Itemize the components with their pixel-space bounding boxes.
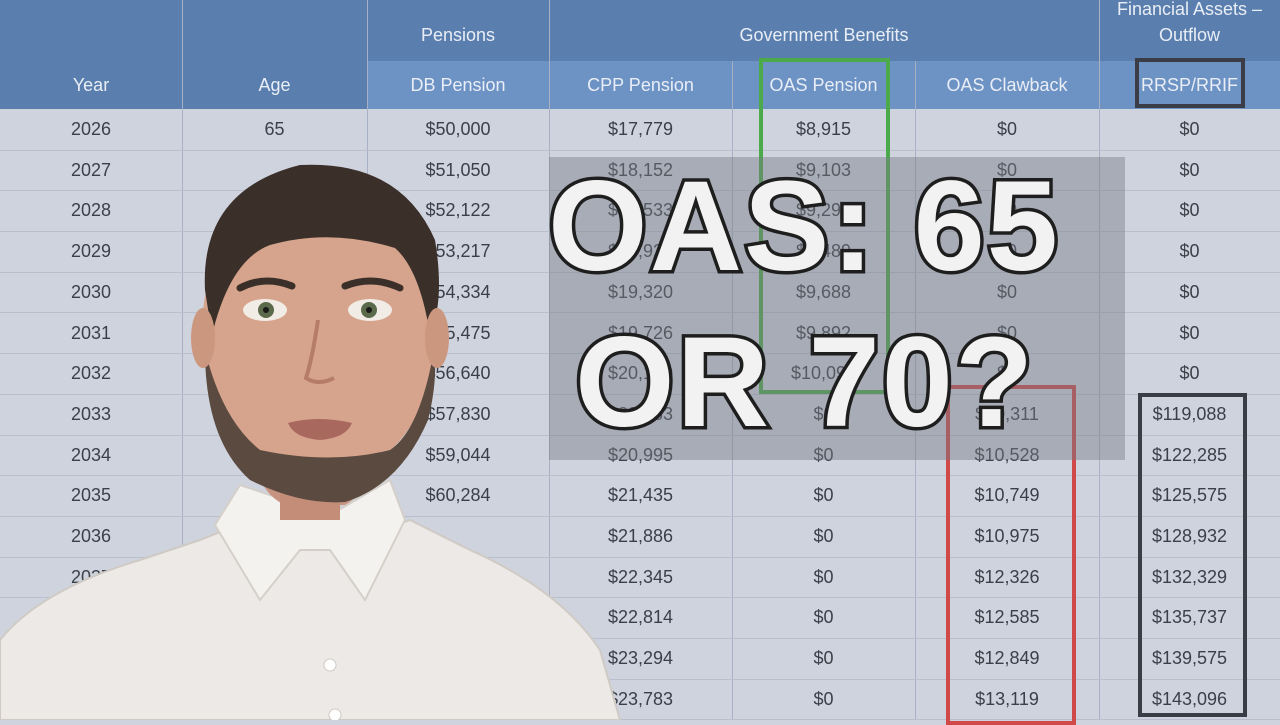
group-header-financial-assets-line1: Financial Assets – <box>1116 0 1263 19</box>
column-header-db-pension[interactable]: DB Pension <box>367 74 549 96</box>
title-line-2: OR 70? <box>571 311 1036 454</box>
table-column-header-row: Year Age DB Pension CPP Pension OAS Pens… <box>0 61 1280 109</box>
column-header-year[interactable]: Year <box>0 74 182 96</box>
cell-oas-pension: $0 <box>813 566 834 587</box>
column-header-cpp-pension[interactable]: CPP Pension <box>549 74 732 96</box>
group-header-pensions: Pensions <box>420 25 496 45</box>
rrsp-header-highlight-box <box>1135 58 1245 108</box>
cell-oas-pension: $0 <box>813 688 834 709</box>
cell-rrsp-rrif: $0 <box>1179 119 1200 139</box>
cell-rrsp-rrif: $0 <box>1179 200 1200 221</box>
group-header-financial-assets-line2: Outflow <box>1158 25 1221 45</box>
column-header-age[interactable]: Age <box>182 74 367 96</box>
table-group-header-row: Pensions Government Benefits Financial A… <box>0 0 1280 61</box>
presenter-photo <box>0 164 622 720</box>
group-header-financial-assets: Financial Assets – Outflow <box>1099 0 1280 46</box>
cell-rrsp-rrif: $0 <box>1179 281 1200 302</box>
cell-rrsp-rrif: $0 <box>1179 241 1200 262</box>
cell-rrsp-rrif: $0 <box>1179 159 1200 180</box>
cell-rrsp-rrif: $0 <box>1179 322 1200 343</box>
cell-oas-pension: $0 <box>813 648 834 669</box>
cell-oas-clawback: $0 <box>996 119 1018 139</box>
group-header-government-benefits: Government Benefits <box>739 25 909 45</box>
rrsp-values-highlight-box <box>1138 393 1247 717</box>
cell-oas-pension: $0 <box>813 485 834 506</box>
cell-oas-pension: $0 <box>813 607 834 628</box>
column-header-oas-clawback[interactable]: OAS Clawback <box>915 74 1099 96</box>
cell-rrsp-rrif: $0 <box>1179 363 1200 384</box>
cell-oas-pension: $0 <box>813 526 834 546</box>
